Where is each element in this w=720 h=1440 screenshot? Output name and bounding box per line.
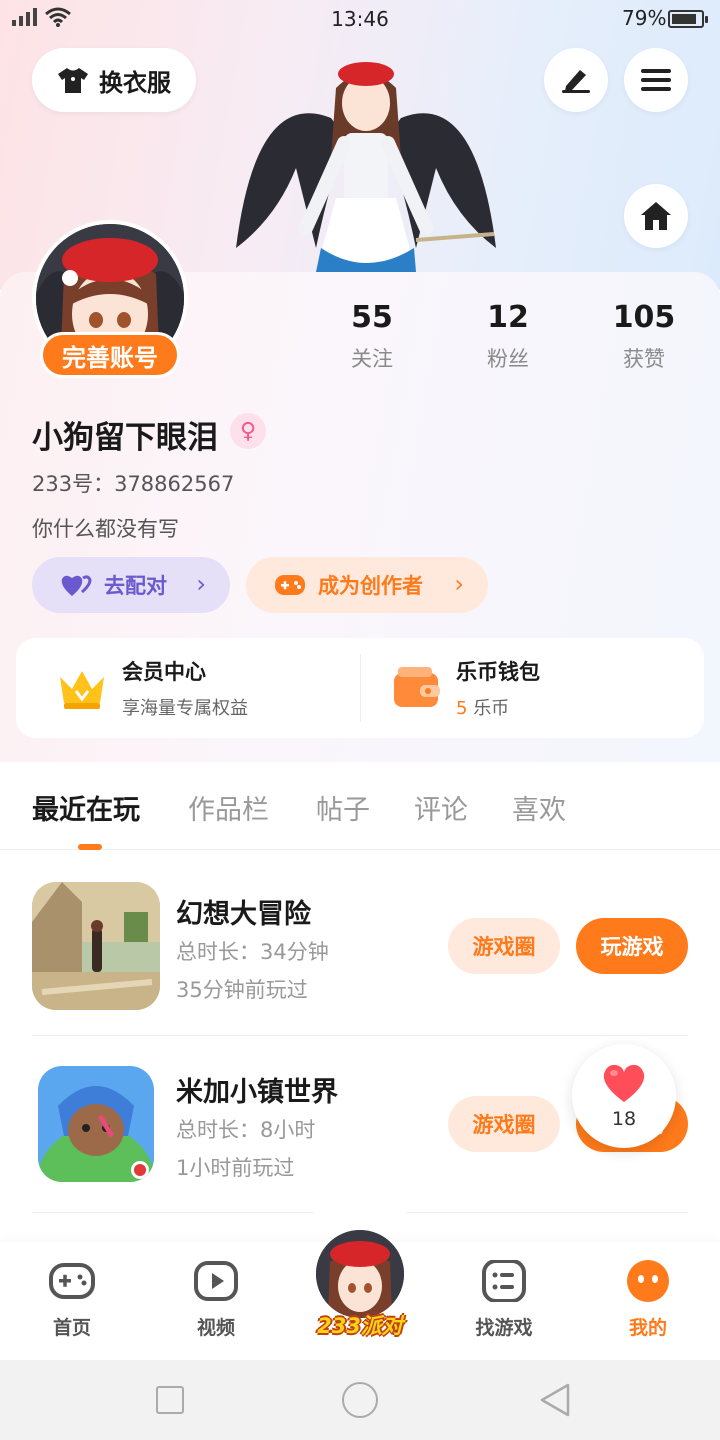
game-thumbnail-art: [32, 882, 160, 1010]
stat-likes-label: 获赞: [623, 347, 665, 371]
game-last-played: 1小时前玩过: [176, 1156, 295, 1180]
hamburger-icon: [641, 69, 671, 91]
coin-wallet-balance: 5 乐币: [456, 694, 540, 720]
back-triangle-icon[interactable]: [538, 1382, 574, 1418]
heart-pair-icon: [61, 575, 92, 596]
change-clothes-label: 换衣服: [99, 68, 171, 97]
game-thumbnail[interactable]: [32, 882, 160, 1010]
game-circle-button[interactable]: 游戏圈: [448, 918, 560, 974]
status-bar: 13:46 79%: [0, 0, 720, 40]
membership-wallet-card: 会员中心 享海量专属权益 乐币钱包 5 乐币: [16, 638, 704, 738]
nav-video-label: 视频: [196, 1317, 235, 1339]
pencil-icon: [562, 70, 590, 93]
tab-likes[interactable]: 喜欢: [512, 788, 566, 827]
game-play-duration: 总时长：8小时: [176, 1118, 316, 1142]
stat-likes-value: 105: [612, 300, 676, 335]
recent-apps-icon[interactable]: [156, 1386, 184, 1414]
coin-wallet-title: 乐币钱包: [456, 660, 540, 684]
heart-icon: [603, 1064, 645, 1102]
match-label: 去配对: [104, 574, 167, 598]
stat-followers[interactable]: 12 粉丝: [448, 300, 568, 373]
stat-following-value: 55: [351, 300, 393, 335]
tab-posts[interactable]: 帖子: [316, 788, 370, 827]
coin-wallet-entry[interactable]: 乐币钱包 5 乐币: [392, 638, 540, 738]
game-name: 米加小镇世界: [176, 1077, 338, 1108]
stat-following-label: 关注: [351, 347, 393, 371]
nav-home-label: 首页: [52, 1317, 91, 1339]
battery-icon: [668, 10, 708, 28]
stat-following[interactable]: 55 关注: [312, 300, 432, 373]
game-name: 幻想大冒险: [176, 899, 311, 930]
battery-percent: 79%: [622, 6, 667, 30]
vip-center-entry[interactable]: 会员中心 享海量专属权益: [56, 638, 248, 738]
play-game-button[interactable]: 玩游戏: [576, 918, 688, 974]
profile-tabs: 最近在玩 作品栏 帖子 评论 喜欢: [0, 762, 720, 850]
match-button[interactable]: 去配对 ›: [32, 557, 230, 613]
home-circle-icon[interactable]: [342, 1382, 378, 1418]
coin-unit: 乐币: [473, 698, 510, 719]
nav-home[interactable]: 首页: [17, 1260, 127, 1340]
party-avatar-portrait: [316, 1230, 404, 1318]
nav-find-games[interactable]: 找游戏: [449, 1259, 559, 1340]
nav-mine[interactable]: 我的: [593, 1260, 703, 1340]
nav-find-games-label: 找游戏: [475, 1317, 533, 1339]
game-thumbnail[interactable]: [38, 1066, 154, 1182]
play-video-icon: [194, 1261, 238, 1301]
game-row[interactable]: 幻想大冒险 总时长：34分钟 35分钟前玩过 游戏圈 玩游戏: [32, 882, 688, 1058]
nav-party-label[interactable]: 233派对: [300, 1310, 420, 1340]
stat-likes[interactable]: 105 获赞: [584, 300, 704, 373]
floating-like-button[interactable]: 18: [572, 1044, 676, 1148]
coin-amount: 5: [456, 698, 468, 719]
stat-followers-value: 12: [487, 300, 529, 335]
become-creator-button[interactable]: 成为创作者 ›: [246, 557, 488, 613]
card-divider: [360, 654, 361, 722]
wallet-icon: [394, 667, 440, 707]
nav-party-avatar[interactable]: [312, 1226, 408, 1322]
menu-button[interactable]: [624, 48, 688, 112]
clock: 13:46: [331, 7, 389, 31]
crown-icon: [60, 671, 104, 709]
user-bio[interactable]: 你什么都没有写: [32, 513, 179, 543]
user-id[interactable]: 233号：378862567: [32, 468, 234, 498]
home-space-button[interactable]: [624, 184, 688, 248]
nav-mine-label: 我的: [628, 1317, 667, 1339]
female-gender-icon: ♀: [230, 413, 266, 449]
like-count: 18: [611, 1108, 637, 1130]
chevron-right-icon: ›: [454, 570, 464, 598]
tab-recently-played[interactable]: 最近在玩: [32, 788, 140, 827]
gamepad-icon: [49, 1263, 95, 1299]
row-divider: [32, 1035, 688, 1036]
system-navigation-bar: [0, 1360, 720, 1440]
smiley-icon: [627, 1260, 669, 1302]
tab-comments[interactable]: 评论: [414, 788, 468, 827]
edit-profile-button[interactable]: [544, 48, 608, 112]
chevron-right-icon: ›: [196, 570, 206, 598]
stat-followers-label: 粉丝: [487, 347, 529, 371]
vip-center-title: 会员中心: [122, 660, 206, 684]
game-play-duration: 总时长：34分钟: [176, 940, 329, 964]
game-circle-button[interactable]: 游戏圈: [448, 1096, 560, 1152]
list-icon: [482, 1259, 526, 1303]
become-creator-label: 成为创作者: [318, 574, 423, 598]
tab-active-indicator: [78, 844, 102, 850]
complete-account-badge[interactable]: 完善账号: [40, 332, 180, 378]
tshirt-icon: [58, 68, 88, 93]
game-last-played: 35分钟前玩过: [176, 978, 308, 1002]
vip-center-subtitle: 享海量专属权益: [122, 698, 248, 719]
house-icon: [641, 202, 671, 230]
game-thumbnail-art: [38, 1066, 154, 1182]
change-clothes-button[interactable]: 换衣服: [32, 48, 196, 112]
nav-video[interactable]: 视频: [161, 1260, 271, 1340]
gamepad-icon: [275, 575, 305, 595]
avatar-character-figure[interactable]: [236, 48, 496, 278]
tab-works[interactable]: 作品栏: [188, 788, 269, 827]
username: 小狗留下眼泪: [32, 420, 218, 456]
